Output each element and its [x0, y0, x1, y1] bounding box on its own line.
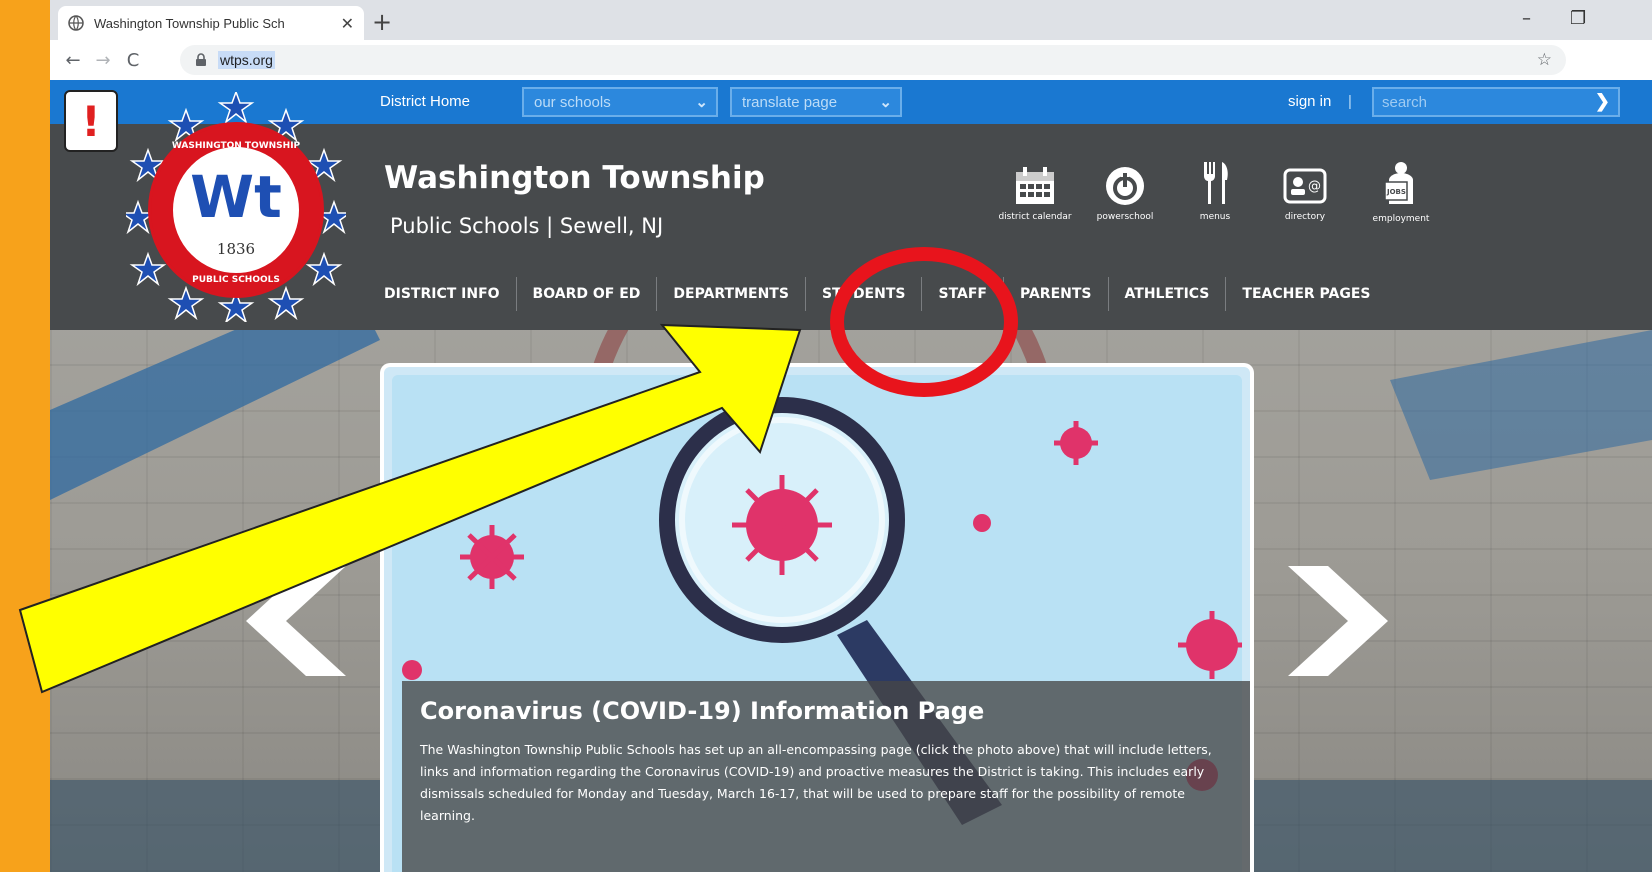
annotation-circle [830, 247, 1018, 397]
annotation-overlay [18, 247, 1018, 694]
annotation-arrow [18, 323, 802, 694]
